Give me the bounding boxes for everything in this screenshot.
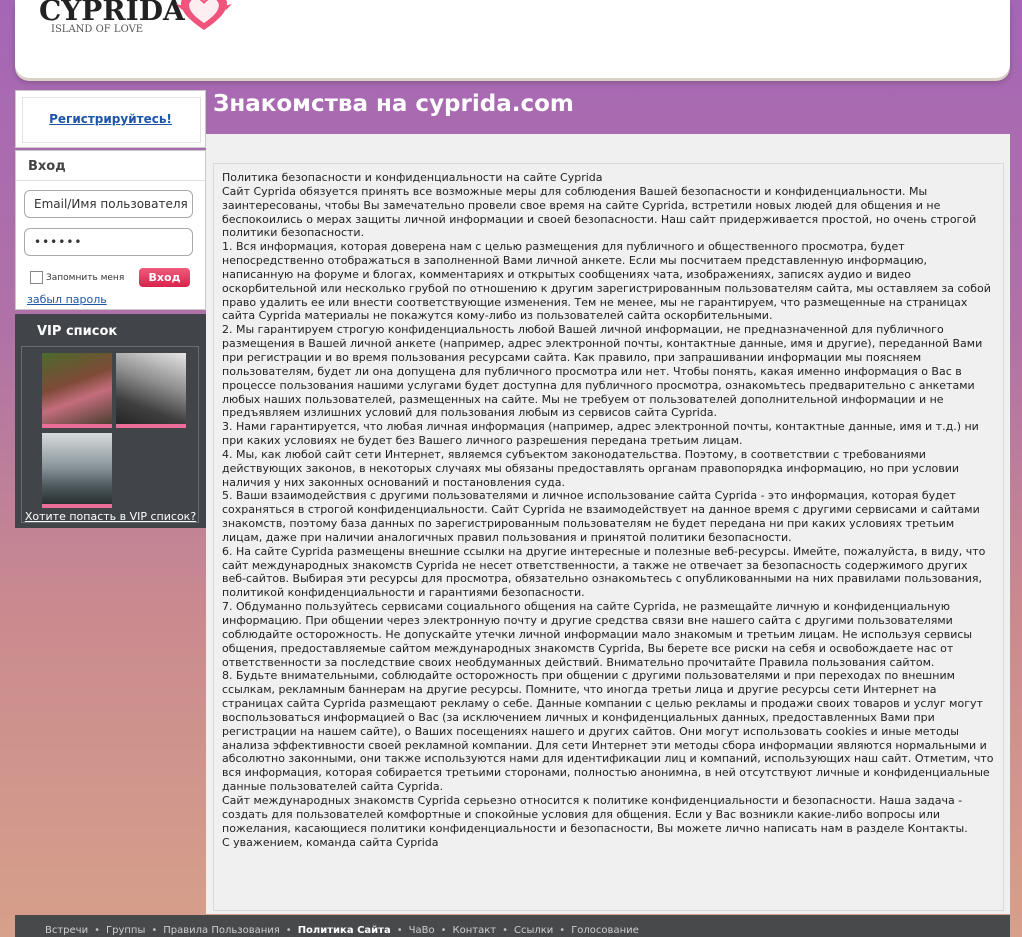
footer-link[interactable]: Группы: [106, 925, 145, 936]
logo-subtitle: ISLAND OF LOVE: [51, 24, 144, 35]
policy-paragraph: 6. На сайте Cyprida размещены внешние сс…: [222, 544, 986, 600]
policy-paragraph: С уважением, команда сайта Cyprida: [222, 835, 439, 849]
footer-link[interactable]: Голосование: [571, 925, 639, 936]
vip-title: VIP список: [37, 324, 118, 339]
footer-link[interactable]: Ссылки: [514, 925, 553, 936]
policy-paragraph: Сайт Cyprida обязуется принять все возмо…: [222, 184, 977, 240]
footer-separator: •: [396, 925, 403, 936]
register-link[interactable]: Регистрируйтесь!: [49, 112, 172, 126]
remember-label: Запомнить меня: [46, 272, 125, 283]
footer-link[interactable]: Контакт: [453, 925, 497, 936]
footer-separator: •: [285, 925, 292, 936]
footer-separator: •: [94, 925, 100, 936]
vip-photo[interactable]: [42, 353, 112, 428]
policy-text: Политика безопасности и конфиденциальнос…: [214, 164, 1003, 849]
login-button[interactable]: Вход: [139, 268, 190, 287]
policy-paragraph: 5. Ваши взаимодействия с другими пользов…: [222, 489, 980, 544]
footer-link[interactable]: Встречи: [45, 925, 88, 936]
footer-separator: •: [502, 925, 508, 936]
email-field[interactable]: Email/Имя пользователя: [24, 190, 193, 218]
vip-join-link[interactable]: Хотите попасть в VIP список?: [15, 510, 206, 523]
content-panel: Политика безопасности и конфиденциальнос…: [206, 134, 1010, 914]
footer: Встречи • Группы • Правила Пользования • Полит…: [15, 915, 1010, 937]
footer-separator: •: [559, 925, 566, 936]
policy-paragraph: 8. Будьте внимательными, соблюдайте осто…: [222, 669, 994, 794]
footer-separator: •: [151, 925, 158, 936]
password-field[interactable]: ••••••: [24, 228, 193, 256]
footer-nav: Встречи • Группы • Правила Пользования • Полит…: [45, 925, 645, 936]
policy-paragraph: 3. Нами гарантируется, что любая личная …: [222, 420, 979, 448]
policy-paragraph: 1. Вся информация, которая доверена нам …: [222, 240, 991, 323]
vip-photo[interactable]: [42, 433, 112, 508]
policy-container: Политика безопасности и конфиденциальнос…: [213, 163, 1004, 911]
left-sidebar: Регистрируйтесь! Вход Email/Имя пользова…: [15, 90, 206, 528]
footer-separator: •: [440, 925, 447, 936]
forgot-password-link[interactable]: забыл пароль: [27, 293, 107, 306]
policy-paragraph: Сайт международных знакомств Cyprida сер…: [222, 793, 968, 835]
login-title: Вход: [28, 159, 66, 174]
remember-checkbox[interactable]: [30, 271, 43, 284]
policy-paragraph: 4. Мы, как любой сайт сети Интернет, явл…: [222, 447, 960, 489]
logo-title: CYPRIDA: [39, 0, 185, 27]
remember-me[interactable]: Запомнить меня: [30, 271, 124, 284]
policy-paragraph: 2. Мы гарантируем строгую конфиденциальн…: [222, 323, 983, 420]
login-divider: [16, 180, 205, 181]
heart-icon: [176, 0, 232, 38]
footer-link[interactable]: ЧаВо: [409, 925, 435, 936]
footer-link[interactable]: Правила Пользования: [163, 925, 280, 936]
policy-paragraph: Политика безопасности и конфиденциальнос…: [222, 171, 603, 184]
vip-photo[interactable]: [116, 353, 186, 428]
login-box: Вход Email/Имя пользователя •••••• Запом…: [15, 150, 206, 310]
vip-list: VIP список Хотите попасть в VIP список?: [15, 314, 206, 528]
site-logo[interactable]: CYPRIDA ISLAND OF LOVE: [39, 0, 232, 35]
page-title: Знакомства на cyprida.com: [213, 91, 574, 117]
site-header: CYPRIDA ISLAND OF LOVE: [15, 0, 1010, 78]
vip-gallery: [21, 346, 199, 523]
policy-paragraph: 7. Обдуманно пользуйтесь сервисами социа…: [222, 600, 973, 669]
register-box: Регистрируйтесь!: [15, 90, 206, 148]
footer-link[interactable]: Политика Сайта: [298, 925, 391, 936]
